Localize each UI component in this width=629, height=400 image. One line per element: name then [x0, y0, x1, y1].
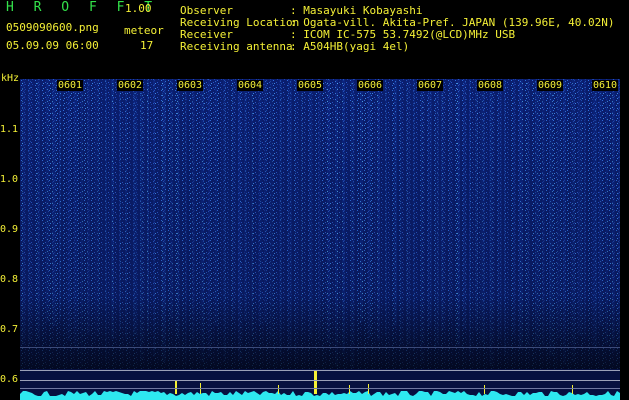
time-label: 0605	[297, 80, 324, 91]
meteor-spike	[314, 371, 317, 394]
reference-line	[20, 347, 620, 348]
time-label: 0606	[357, 80, 384, 91]
header-panel: H R O F F T 1.00 0509090600.png meteor 0…	[0, 0, 629, 76]
reference-line	[20, 370, 620, 371]
spectrogram	[20, 79, 620, 400]
y-tick-label: 0.7	[0, 324, 19, 335]
reference-line	[20, 380, 620, 381]
time-label: 0608	[477, 80, 504, 91]
meteor-count: 17	[140, 39, 154, 52]
time-label: 0607	[417, 80, 444, 91]
meteor-spike	[368, 384, 369, 394]
y-tick-label: 0.9	[0, 224, 19, 235]
y-tick-label: 0.6	[0, 374, 19, 385]
time-label: 0602	[117, 80, 144, 91]
y-tick-label: 0.8	[0, 274, 19, 285]
meteor-spike	[278, 385, 279, 394]
time-label: 0603	[177, 80, 204, 91]
app-version: 1.00	[125, 2, 152, 15]
time-label: 0601	[57, 80, 84, 91]
time-label: 0604	[237, 80, 264, 91]
meteor-spike	[175, 380, 177, 394]
reference-line	[20, 388, 620, 389]
y-tick-label: 1.0	[0, 174, 19, 185]
meteor-spike	[349, 385, 350, 394]
filename: 0509090600.png	[6, 21, 99, 34]
time-label: 0610	[592, 80, 619, 91]
y-tick-label: 1.1	[0, 124, 19, 135]
meteor-spike	[572, 385, 573, 394]
meteor-spike	[484, 385, 485, 394]
datetime: 05.09.09 06:00	[6, 39, 99, 52]
meteor-label: meteor	[124, 24, 164, 37]
antenna-label: Receiving antenna	[180, 40, 293, 53]
antenna-value: : A504HB(yagi 4el)	[290, 40, 410, 53]
time-label: 0609	[537, 80, 564, 91]
y-axis-unit: kHz	[1, 73, 20, 84]
